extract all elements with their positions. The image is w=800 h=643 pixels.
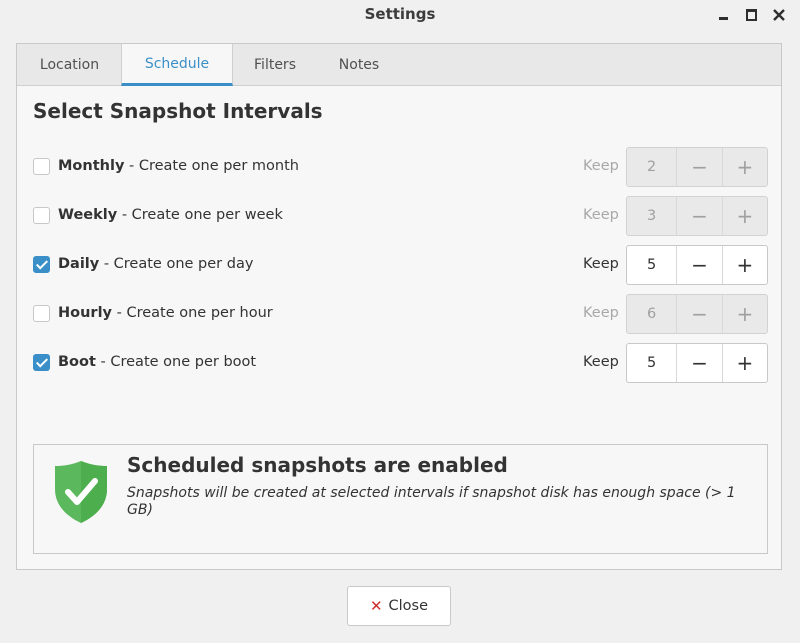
interval-description: - Create one per day <box>99 256 254 272</box>
interval-row-daily: Daily - Create one per day Keep 5 − + <box>17 245 783 285</box>
boot-checkbox[interactable] <box>33 354 50 371</box>
interval-name: Daily <box>58 256 100 272</box>
decrement-button[interactable]: − <box>677 246 723 284</box>
hourly-checkbox[interactable] <box>33 305 50 322</box>
title-bar: Settings <box>0 0 800 30</box>
window-title: Settings <box>364 5 436 23</box>
decrement-button[interactable]: − <box>677 295 723 333</box>
count-value[interactable]: 3 <box>627 197 678 235</box>
decrement-button[interactable]: − <box>677 344 723 382</box>
decrement-button[interactable]: − <box>677 197 723 235</box>
maximize-icon <box>745 9 757 21</box>
increment-button[interactable]: + <box>723 246 767 284</box>
count-value[interactable]: 6 <box>627 295 678 333</box>
increment-button[interactable]: + <box>723 344 767 382</box>
interval-label: Weekly - Create one per week <box>58 207 283 223</box>
interval-description: - Create one per month <box>124 158 299 174</box>
maximize-button[interactable] <box>741 5 761 25</box>
close-x-icon: ✕ <box>369 597 383 615</box>
count-value[interactable]: 5 <box>627 344 678 382</box>
boot-count-spinner: 5 − + <box>626 343 768 383</box>
section-heading: Select Snapshot Intervals <box>33 99 323 123</box>
interval-description: - Create one per week <box>117 207 283 223</box>
minimize-icon <box>718 17 728 20</box>
weekly-checkbox[interactable] <box>33 207 50 224</box>
monthly-count-spinner: 2 − + <box>626 147 768 187</box>
count-value[interactable]: 2 <box>627 148 678 186</box>
increment-button[interactable]: + <box>723 295 767 333</box>
daily-count-spinner: 5 − + <box>626 245 768 285</box>
tab-notes[interactable]: Notes <box>317 44 401 85</box>
interval-description: - Create one per boot <box>95 354 257 370</box>
count-value[interactable]: 5 <box>627 246 678 284</box>
daily-checkbox[interactable] <box>33 256 50 273</box>
interval-label: Boot - Create one per boot <box>58 354 256 370</box>
tab-filters[interactable]: Filters <box>233 44 317 85</box>
settings-panel: Location Schedule Filters Notes Select S… <box>16 43 782 570</box>
interval-row-monthly: Monthly - Create one per month Keep 2 − … <box>17 147 783 187</box>
close-icon <box>773 9 785 21</box>
interval-row-boot: Boot - Create one per boot Keep 5 − + <box>17 343 783 383</box>
interval-description: - Create one per hour <box>112 305 273 321</box>
hourly-count-spinner: 6 − + <box>626 294 768 334</box>
increment-button[interactable]: + <box>723 148 767 186</box>
status-description: Snapshots will be created at selected in… <box>127 485 736 518</box>
close-button[interactable]: ✕ Close <box>347 586 451 626</box>
interval-label: Monthly - Create one per month <box>58 158 299 174</box>
tab-bar: Location Schedule Filters Notes <box>17 44 781 86</box>
interval-label: Hourly - Create one per hour <box>58 305 273 321</box>
decrement-button[interactable]: − <box>677 148 723 186</box>
monthly-checkbox[interactable] <box>33 158 50 175</box>
interval-name: Weekly <box>58 207 118 223</box>
interval-name: Monthly <box>58 158 125 174</box>
keep-label: Keep <box>583 158 619 174</box>
window-close-button[interactable] <box>769 5 789 25</box>
increment-button[interactable]: + <box>723 197 767 235</box>
interval-name: Boot <box>58 354 96 370</box>
close-button-label: Close <box>388 598 429 614</box>
interval-label: Daily - Create one per day <box>58 256 253 272</box>
status-box: Scheduled snapshots are enabled Snapshot… <box>33 444 768 554</box>
keep-label: Keep <box>583 305 619 321</box>
interval-row-hourly: Hourly - Create one per hour Keep 6 − + <box>17 294 783 334</box>
tab-location[interactable]: Location <box>17 44 122 85</box>
minimize-button[interactable] <box>713 5 733 25</box>
keep-label: Keep <box>583 207 619 223</box>
tab-schedule[interactable]: Schedule <box>121 44 233 86</box>
keep-label: Keep <box>583 256 619 272</box>
status-title: Scheduled snapshots are enabled <box>127 453 508 477</box>
interval-row-weekly: Weekly - Create one per week Keep 3 − + <box>17 196 783 236</box>
interval-name: Hourly <box>58 305 112 321</box>
shield-check-icon <box>55 461 107 523</box>
keep-label: Keep <box>583 354 619 370</box>
weekly-count-spinner: 3 − + <box>626 196 768 236</box>
